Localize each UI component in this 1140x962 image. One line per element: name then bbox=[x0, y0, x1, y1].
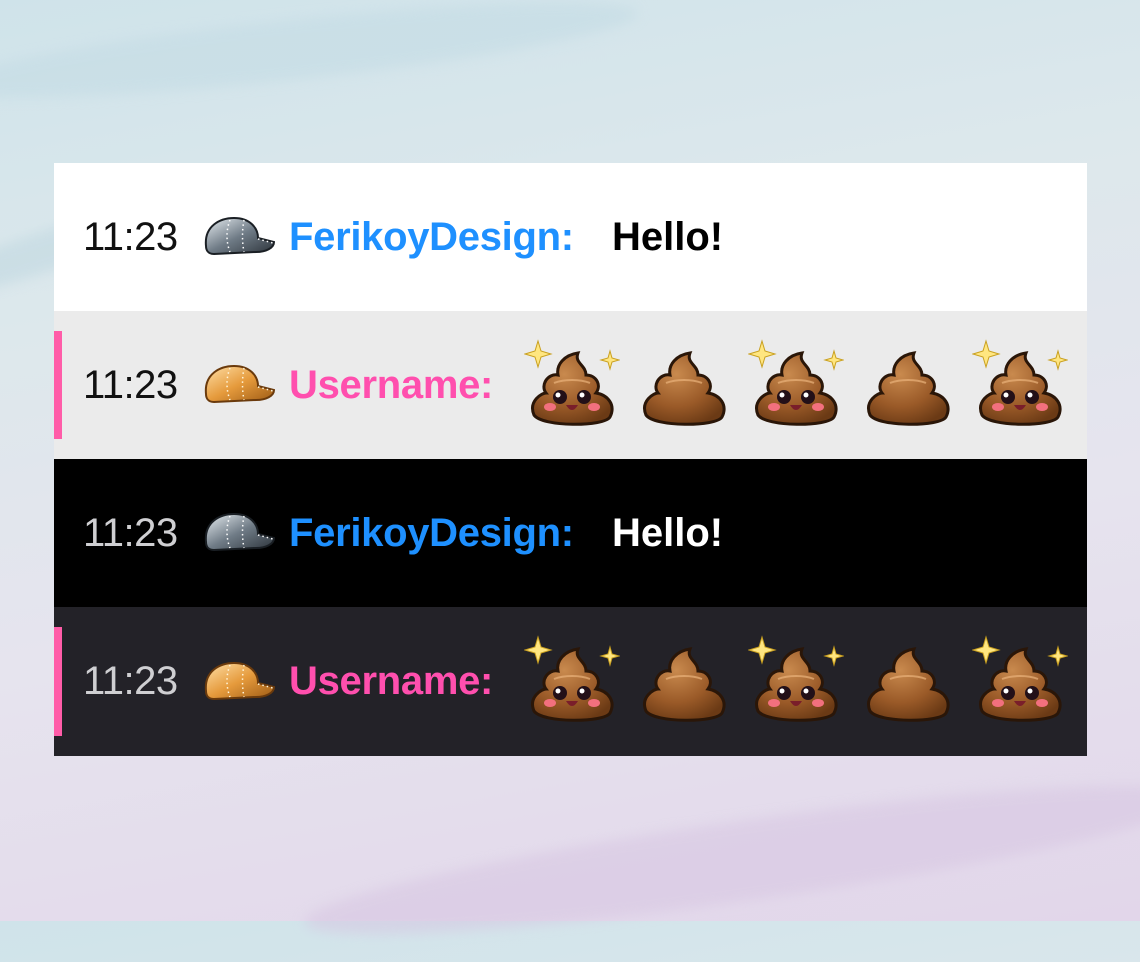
poop-plain-emote-icon bbox=[860, 633, 956, 729]
username[interactable]: FerikoyDesign: bbox=[289, 511, 574, 556]
chat-message-row: 11:23 FerikoyDesign: Hello! bbox=[54, 459, 1087, 607]
gold-cap-badge-icon bbox=[200, 657, 276, 707]
highlight-bar bbox=[54, 331, 62, 439]
message-timestamp: 11:23 bbox=[83, 362, 178, 407]
username[interactable]: FerikoyDesign: bbox=[289, 215, 574, 260]
background-streak bbox=[298, 757, 1140, 962]
silver-cap-badge-icon bbox=[200, 212, 276, 262]
poop-sparkle-emote-icon bbox=[972, 633, 1068, 729]
poop-sparkle-emote-icon bbox=[972, 337, 1068, 433]
username[interactable]: Username: bbox=[289, 659, 493, 704]
poop-sparkle-emote-icon bbox=[524, 337, 620, 433]
emote-list bbox=[524, 337, 1068, 433]
highlight-bar bbox=[54, 627, 62, 736]
poop-sparkle-emote-icon bbox=[524, 633, 620, 729]
message-text: Hello! bbox=[612, 214, 724, 259]
poop-plain-emote-icon bbox=[636, 337, 732, 433]
poop-sparkle-emote-icon bbox=[748, 633, 844, 729]
poop-plain-emote-icon bbox=[636, 633, 732, 729]
gold-cap-badge-icon bbox=[200, 360, 276, 410]
poop-sparkle-emote-icon bbox=[748, 337, 844, 433]
message-timestamp: 11:23 bbox=[83, 510, 178, 555]
message-timestamp: 11:23 bbox=[83, 214, 178, 259]
message-text: Hello! bbox=[612, 510, 724, 555]
emote-list bbox=[524, 633, 1068, 729]
chat-message-row: 11:23 FerikoyDesign: Hello! bbox=[54, 163, 1087, 311]
username[interactable]: Username: bbox=[289, 363, 493, 408]
silver-cap-badge-icon bbox=[200, 508, 276, 558]
chat-message-row-highlighted: 11:23 Username: bbox=[54, 607, 1087, 756]
chat-message-row-highlighted: 11:23 Username: bbox=[54, 311, 1087, 459]
poop-plain-emote-icon bbox=[860, 337, 956, 433]
chat-preview-panel: 11:23 FerikoyDesign: Hello! 11:23 Userna… bbox=[54, 163, 1087, 756]
background-streak bbox=[0, 0, 642, 117]
message-timestamp: 11:23 bbox=[83, 659, 178, 703]
